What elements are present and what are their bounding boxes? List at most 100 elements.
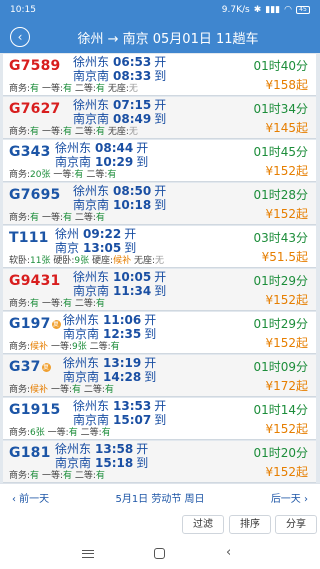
seat-value: 有 — [62, 471, 72, 481]
route-info: 徐州东 13:19 开南京南 14:28 到 — [63, 356, 156, 384]
seat-label: 二等: — [74, 299, 96, 309]
seat-value: 有 — [107, 170, 117, 180]
arrival-label: 到 — [136, 456, 149, 470]
train-number: G343 — [9, 144, 51, 160]
departure-line: 徐州东 11:06 开 — [63, 313, 156, 327]
trip-duration: 01时45分 — [253, 145, 308, 159]
seat-label: 商务: — [9, 127, 31, 137]
arrival-label: 到 — [154, 413, 167, 427]
arrival-label: 到 — [144, 370, 157, 384]
network-speed: 9.7K/s — [221, 5, 250, 15]
seat-value: 有 — [30, 84, 40, 94]
seat-label: 二等: — [74, 471, 96, 481]
seat-value: 有 — [95, 299, 105, 309]
seat-label: 一等: — [41, 299, 63, 309]
ticket-price: ¥152起 — [265, 164, 308, 178]
sort-button[interactable]: 排序 — [229, 515, 271, 534]
seat-value: 20张 — [30, 170, 51, 180]
seat-label: 一等: — [47, 428, 69, 438]
wifi-icon: ◠ — [284, 5, 292, 15]
departure-time: 11:06 — [103, 313, 142, 327]
seat-value: 有 — [62, 84, 72, 94]
seat-label: 商务: — [9, 84, 31, 94]
train-list[interactable]: G7589 徐州东 06:53 开南京南 08:33 到 01时40分 ¥158起 商务:有 一… — [0, 53, 320, 483]
arrival-label: 到 — [154, 198, 167, 212]
battery-icon: 45 — [296, 6, 310, 14]
filter-button[interactable]: 过滤 — [182, 515, 224, 534]
route-info: 徐州东 13:58 开南京南 15:18 到 — [55, 442, 148, 470]
train-row[interactable]: G7589 徐州东 06:53 开南京南 08:33 到 01时40分 ¥158起 商务:有 一… — [3, 54, 316, 96]
seat-value: 候补 — [113, 256, 132, 266]
departure-time: 06:53 — [113, 55, 152, 69]
bluetooth-icon: ✱ — [253, 5, 262, 15]
route-info: 徐州 09:22 开南京 13:05 到 — [55, 227, 136, 255]
seat-label: 硬卧: — [53, 256, 75, 266]
departure-label: 开 — [154, 184, 167, 198]
train-row[interactable]: G9431 徐州东 10:05 开南京南 11:34 到 01时29分 ¥152起 商务:有 一… — [3, 269, 316, 311]
train-row[interactable]: G343 徐州东 08:44 开南京南 10:29 到 01时45分 ¥152起 商务:20张 … — [3, 140, 316, 182]
train-row[interactable]: G181 徐州东 13:58 开南京南 15:18 到 01时20分 ¥152起 商务:有 一等… — [3, 441, 316, 483]
status-icons: 9.7K/s ✱ ▮▮▮ ◠ 45 — [222, 5, 310, 15]
train-row[interactable]: T111 徐州 09:22 开南京 13:05 到 03时43分 ¥51.5起 软卧:11张 硬… — [3, 226, 316, 268]
seat-value: 有 — [62, 299, 72, 309]
back-icon[interactable]: ‹ — [226, 545, 231, 560]
from-station: 徐州东 — [55, 442, 92, 456]
seat-value: 9张 — [74, 256, 90, 266]
train-row[interactable]: G37 复徐州东 13:19 开南京南 14:28 到 01时09分 ¥172起 商务:候补 一… — [3, 355, 316, 397]
seat-label: 软卧: — [9, 256, 31, 266]
ticket-price: ¥51.5起 — [261, 250, 308, 264]
train-row[interactable]: G7627 徐州东 07:15 开南京南 08:49 到 01时34分 ¥145起 商务:有 一… — [3, 97, 316, 139]
departure-line: 徐州东 08:44 开 — [55, 141, 148, 155]
seat-label: 二等: — [74, 84, 96, 94]
seat-value: 有 — [30, 471, 40, 481]
seat-label: 一等: — [50, 385, 72, 395]
arrival-label: 到 — [154, 284, 167, 298]
train-number: G181 — [9, 445, 51, 461]
from-station: 徐州东 — [63, 313, 100, 327]
seat-value: 有 — [62, 127, 72, 137]
from-station: 徐州 — [55, 227, 80, 241]
trip-duration: 03时43分 — [253, 231, 308, 245]
seat-availability: 商务:有 一等:有 二等:有 — [9, 210, 105, 223]
seat-value: 有 — [30, 299, 40, 309]
header-bar: ‹ 徐州 → 南京 05月01日 11趟车 — [0, 20, 320, 53]
ticket-price: ¥158起 — [265, 78, 308, 92]
departure-time: 07:15 — [113, 98, 152, 112]
seat-label: 二等: — [83, 385, 105, 395]
seat-value: 候补 — [30, 385, 49, 395]
menu-icon[interactable] — [82, 550, 94, 558]
date-bar: ‹ 前一天 5月1日 劳动节 周日 后一天 › — [0, 483, 320, 509]
seat-value: 有 — [62, 213, 72, 223]
share-button[interactable]: 分享 — [275, 515, 317, 534]
seat-availability: 商务:候补 一等:9张 二等:有 — [9, 339, 120, 352]
trip-duration: 01时09分 — [253, 360, 308, 374]
home-icon[interactable] — [154, 548, 165, 559]
train-row[interactable]: G197 复徐州东 11:06 开南京南 12:35 到 01时29分 ¥152起 商务:候补 … — [3, 312, 316, 354]
signal-icon: ▮▮▮ — [265, 5, 281, 15]
arrival-label: 到 — [144, 327, 157, 341]
seat-value: 候补 — [30, 342, 49, 352]
departure-time: 13:19 — [103, 356, 142, 370]
resume-badge-icon: 复 — [51, 319, 61, 329]
seat-label: 商务: — [9, 342, 31, 352]
departure-line: 徐州东 13:58 开 — [55, 442, 148, 456]
train-row[interactable]: G1915 徐州东 13:53 开南京南 15:07 到 01时14分 ¥152起 商务:6张 … — [3, 398, 316, 440]
seat-label: 二等: — [80, 428, 102, 438]
train-row[interactable]: G7695 徐州东 08:50 开南京南 10:18 到 01时28分 ¥152起 商务:有 一… — [3, 183, 316, 225]
trip-duration: 01时29分 — [253, 274, 308, 288]
seat-value: 有 — [30, 213, 40, 223]
page-title: 徐州 → 南京 05月01日 11趟车 — [77, 32, 259, 47]
from-station: 徐州东 — [55, 141, 92, 155]
trip-duration: 01时40分 — [253, 59, 308, 73]
seat-value: 无 — [128, 127, 138, 137]
departure-label: 开 — [144, 313, 157, 327]
seat-availability: 商务:20张 一等:有 二等:有 — [9, 167, 116, 180]
ticket-price: ¥152起 — [265, 207, 308, 221]
seat-availability: 商务:有 一等:有 二等:有 — [9, 296, 105, 309]
seat-value: 有 — [110, 342, 120, 352]
seat-value: 无 — [128, 84, 138, 94]
seat-label: 商务: — [9, 170, 31, 180]
next-day-button[interactable]: 后一天 › — [271, 490, 308, 505]
route-info: 徐州东 10:05 开南京南 11:34 到 — [73, 270, 166, 298]
seat-label: 无座: — [107, 84, 129, 94]
